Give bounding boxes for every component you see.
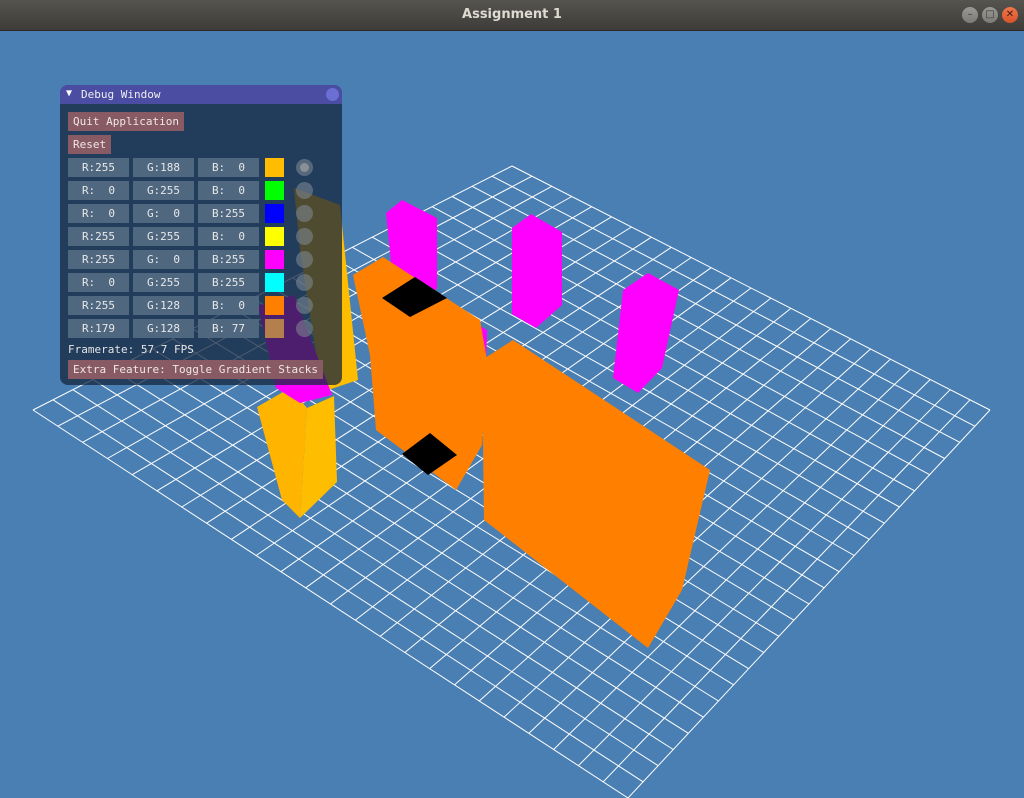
red-input[interactable]: R:255 <box>68 158 129 177</box>
blue-input[interactable]: B: 0 <box>198 227 259 246</box>
green-input[interactable]: G:188 <box>133 158 194 177</box>
green-input[interactable]: G:128 <box>133 319 194 338</box>
red-input[interactable]: R:255 <box>68 227 129 246</box>
color-swatch[interactable] <box>265 158 284 177</box>
framerate-label: Framerate: 57.7 FPS <box>68 343 194 356</box>
red-input[interactable]: R: 0 <box>68 181 129 200</box>
red-input[interactable]: R:255 <box>68 250 129 269</box>
color-select-radio[interactable] <box>296 251 313 268</box>
green-input[interactable]: G: 0 <box>133 204 194 223</box>
color-swatch[interactable] <box>265 227 284 246</box>
blue-input[interactable]: B: 0 <box>198 181 259 200</box>
debug-window-titlebar[interactable]: ▼ Debug Window <box>60 85 342 104</box>
quit-application-button[interactable]: Quit Application <box>68 112 184 131</box>
debug-window-title: Debug Window <box>81 88 161 101</box>
window-titlebar: Assignment 1 – □ ✕ <box>0 0 1024 31</box>
green-input[interactable]: G:255 <box>133 227 194 246</box>
blue-input[interactable]: B: 77 <box>198 319 259 338</box>
window-dot-icon[interactable] <box>326 88 339 101</box>
green-input[interactable]: G:128 <box>133 296 194 315</box>
color-swatch[interactable] <box>265 204 284 223</box>
red-input[interactable]: R: 0 <box>68 204 129 223</box>
close-button[interactable]: ✕ <box>1002 7 1018 23</box>
reset-button[interactable]: Reset <box>68 135 112 154</box>
color-select-radio[interactable] <box>296 205 313 222</box>
red-input[interactable]: R:179 <box>68 319 129 338</box>
color-swatch[interactable] <box>265 250 284 269</box>
window-title: Assignment 1 <box>462 7 562 22</box>
green-input[interactable]: G: 0 <box>133 250 194 269</box>
color-select-radio[interactable] <box>296 228 313 245</box>
color-select-radio[interactable] <box>296 182 313 199</box>
color-select-radio[interactable] <box>296 320 313 337</box>
blue-input[interactable]: B:255 <box>198 273 259 292</box>
toggle-gradient-stacks-button[interactable]: Extra Feature: Toggle Gradient Stacks <box>68 360 324 379</box>
color-swatch[interactable] <box>265 273 284 292</box>
blue-input[interactable]: B: 0 <box>198 296 259 315</box>
collapse-arrow-icon[interactable]: ▼ <box>66 88 72 99</box>
minimize-icon: – <box>967 9 973 20</box>
blue-input[interactable]: B:255 <box>198 250 259 269</box>
color-select-radio[interactable] <box>296 274 313 291</box>
green-input[interactable]: G:255 <box>133 273 194 292</box>
blue-input[interactable]: B: 0 <box>198 158 259 177</box>
color-swatch[interactable] <box>265 296 284 315</box>
color-select-radio[interactable] <box>296 297 313 314</box>
red-input[interactable]: R:255 <box>68 296 129 315</box>
maximize-button[interactable]: □ <box>982 7 998 23</box>
color-swatch[interactable] <box>265 181 284 200</box>
close-icon: ✕ <box>1005 9 1015 20</box>
color-select-radio[interactable] <box>296 159 313 176</box>
red-input[interactable]: R: 0 <box>68 273 129 292</box>
minimize-button[interactable]: – <box>962 7 978 23</box>
maximize-icon: □ <box>985 9 995 20</box>
debug-window: ▼ Debug Window Quit Application Reset R:… <box>60 85 342 385</box>
color-swatch[interactable] <box>265 319 284 338</box>
blue-input[interactable]: B:255 <box>198 204 259 223</box>
green-input[interactable]: G:255 <box>133 181 194 200</box>
